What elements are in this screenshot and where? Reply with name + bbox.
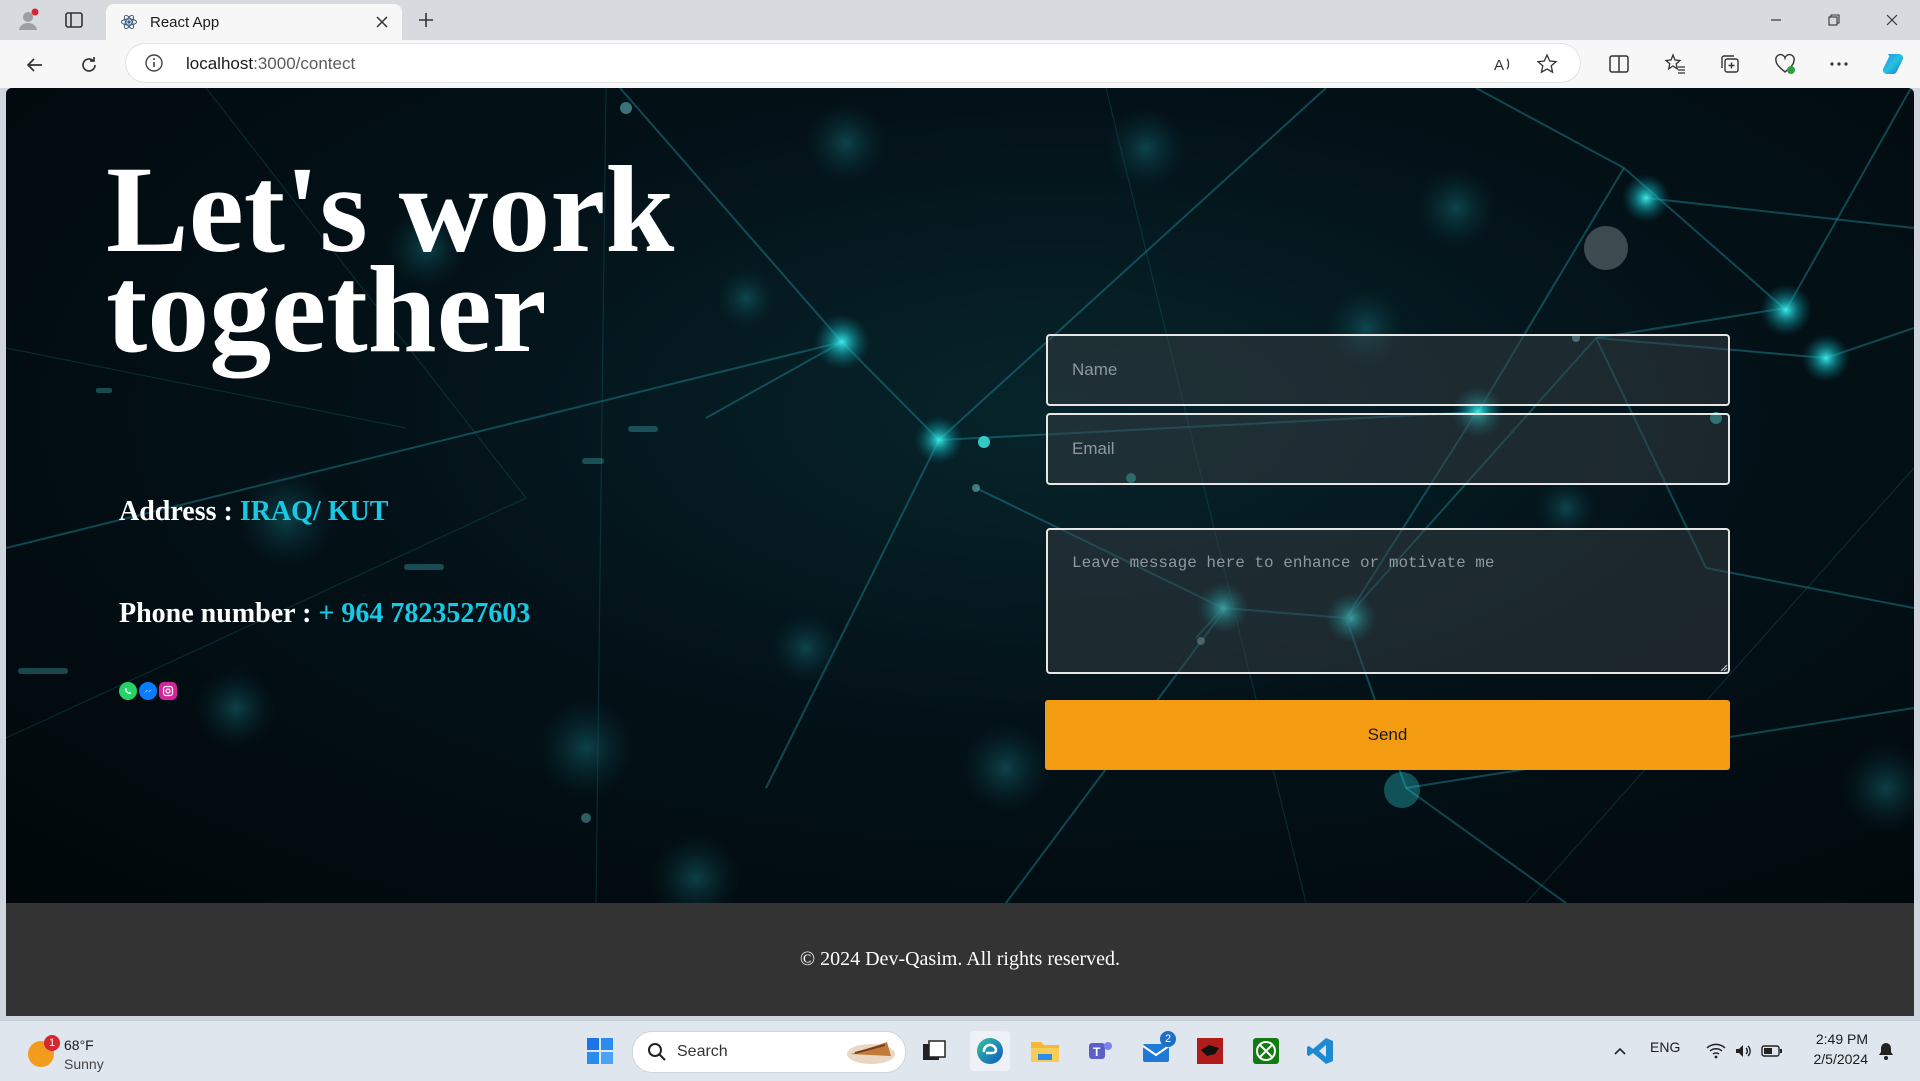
phone-value: + 964 7823527603 <box>318 598 531 629</box>
url-text[interactable]: localhost:3000/contect <box>186 54 355 74</box>
phone-label: Phone number : <box>119 598 319 629</box>
tab-title: React App <box>150 13 220 31</box>
search-icon <box>647 1042 667 1067</box>
phone-line: Phone number : + 964 7823527603 <box>119 598 530 630</box>
vscode-icon[interactable] <box>1300 1031 1340 1071</box>
tab-react-app[interactable]: React App <box>106 4 402 40</box>
battery-icon[interactable] <box>1752 1031 1792 1071</box>
weather-temp: 68°F <box>64 1037 94 1053</box>
svg-text:A: A <box>1494 57 1504 74</box>
minimize-button[interactable] <box>1748 0 1804 40</box>
edge-app-icon[interactable] <box>970 1031 1010 1071</box>
collections-icon[interactable] <box>1717 51 1743 77</box>
instagram-icon[interactable] <box>159 682 177 700</box>
close-window-button[interactable] <box>1864 0 1920 40</box>
address-line: Address : IRAQ/ KUT <box>119 496 388 528</box>
teams-icon[interactable]: T <box>1080 1031 1120 1071</box>
weather-condition: Sunny <box>64 1056 104 1072</box>
weather-widget[interactable]: 1 68°F Sunny <box>22 1031 142 1075</box>
language-indicator[interactable]: ENG <box>1650 1039 1680 1055</box>
resize-grip-icon[interactable] <box>1718 662 1728 672</box>
weather-badge: 1 <box>44 1035 60 1051</box>
page-viewport: Let's work together Address : IRAQ/ KUT … <box>6 88 1914 1016</box>
notification-bell-icon[interactable] <box>1866 1031 1906 1071</box>
site-info-icon[interactable] <box>144 53 164 73</box>
xbox-icon[interactable] <box>1246 1031 1286 1071</box>
file-explorer-icon[interactable] <box>1025 1031 1065 1071</box>
site-footer: © 2024 Dev-Qasim. All rights reserved. <box>6 903 1914 1016</box>
favorites-icon[interactable] <box>1662 51 1688 77</box>
social-links <box>119 682 177 700</box>
svg-text:T: T <box>1093 1045 1101 1059</box>
browser-toolbar: localhost:3000/contect A <box>0 40 1920 88</box>
profile-icon[interactable] <box>14 6 42 34</box>
game-app-icon[interactable] <box>1190 1031 1230 1071</box>
address-value: IRAQ/ KUT <box>239 496 389 527</box>
search-highlight-icon <box>845 1038 897 1071</box>
react-logo-icon <box>120 13 138 31</box>
contact-hero: Let's work together Address : IRAQ/ KUT … <box>6 88 1914 903</box>
name-field[interactable] <box>1046 334 1730 406</box>
tab-actions-icon[interactable] <box>60 6 88 34</box>
footer-copyright: © 2024 Dev-Qasim. All rights reserved. <box>799 948 1121 970</box>
chevron-up-icon[interactable] <box>1600 1031 1640 1071</box>
back-button[interactable] <box>20 50 50 80</box>
clock-date: 2/5/2024 <box>1813 1051 1869 1067</box>
address-bar[interactable]: localhost:3000/contect A <box>126 44 1580 82</box>
address-label: Address : <box>119 496 240 527</box>
browser-tab-bar: React App <box>0 0 1920 40</box>
split-screen-icon[interactable] <box>1606 51 1632 77</box>
send-button[interactable]: Send <box>1045 700 1730 770</box>
search-label: Search <box>677 1043 728 1060</box>
headline-line-2: together <box>106 241 547 378</box>
url-path: :3000/contect <box>253 54 356 73</box>
read-aloud-icon[interactable]: A <box>1492 53 1514 75</box>
messenger-icon[interactable] <box>139 682 157 700</box>
favorite-star-icon[interactable] <box>1536 53 1558 75</box>
tab-close-icon[interactable] <box>370 10 394 34</box>
browser-essentials-icon[interactable] <box>1772 51 1798 77</box>
whatsapp-icon[interactable] <box>119 682 137 700</box>
more-options-icon[interactable] <box>1826 51 1852 77</box>
message-field[interactable] <box>1046 528 1730 674</box>
mail-icon[interactable]: 2 <box>1136 1031 1176 1071</box>
url-host: localhost <box>186 54 254 73</box>
email-field[interactable] <box>1046 413 1730 485</box>
copilot-icon[interactable] <box>1880 51 1906 77</box>
system-clock[interactable]: 2:49 PM 2/5/2024 <box>1798 1029 1869 1069</box>
start-button[interactable] <box>580 1031 620 1071</box>
mail-badge: 2 <box>1160 1031 1176 1047</box>
task-view-icon[interactable] <box>914 1031 954 1071</box>
taskbar-search[interactable]: Search <box>632 1031 906 1073</box>
new-tab-button[interactable] <box>412 6 440 34</box>
clock-time: 2:49 PM <box>1815 1031 1868 1047</box>
restore-button[interactable] <box>1806 0 1862 40</box>
page-title: Let's work together <box>106 148 806 372</box>
refresh-button[interactable] <box>74 50 104 80</box>
taskbar: 1 68°F Sunny Search T 2 ENG 2:49 PM 2/5/… <box>0 1020 1920 1081</box>
